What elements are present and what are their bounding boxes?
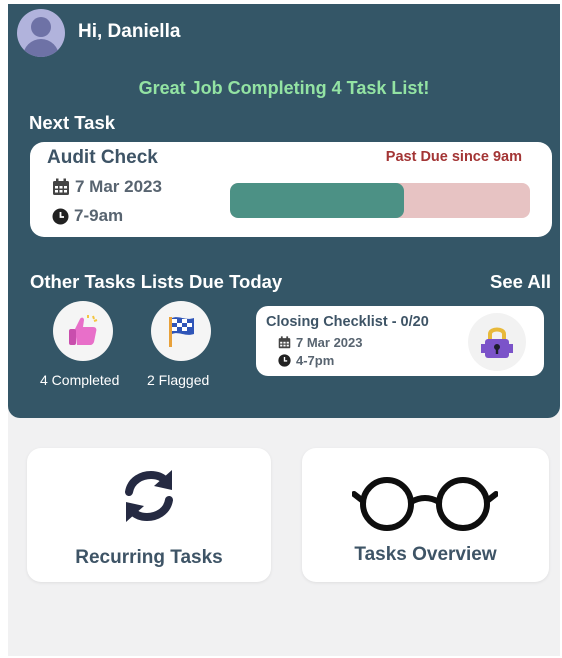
recurring-tasks-label: Recurring Tasks — [75, 547, 223, 568]
avatar-body — [23, 39, 59, 57]
task-date: 7 Mar 2023 — [75, 177, 162, 196]
see-all-link[interactable]: See All — [490, 271, 551, 293]
person-avatar-icon[interactable] — [17, 9, 65, 57]
task-name: Audit Check — [47, 147, 158, 168]
next-task-heading: Next Task — [29, 112, 116, 133]
checklist-title: Closing Checklist - 0/20 — [266, 314, 429, 330]
clock-icon — [278, 354, 291, 367]
glasses-icon — [352, 477, 498, 531]
recurring-tasks-tile[interactable]: Recurring Tasks — [27, 448, 271, 582]
tasks-overview-label: Tasks Overview — [354, 544, 497, 565]
greeting-text: Hi, Daniella — [78, 21, 181, 42]
lock-button[interactable] — [468, 313, 526, 371]
task-date-row: 7 Mar 2023 — [52, 177, 162, 197]
completed-tasks-button[interactable] — [53, 301, 113, 361]
checklist-time: 4-7pm — [296, 353, 335, 368]
thumbs-up-icon — [69, 315, 98, 345]
task-progress-fill — [230, 183, 404, 218]
closing-checklist-card[interactable]: Closing Checklist - 0/20 7 Mar 2023 4-7p… — [256, 306, 544, 376]
other-tasks-heading: Other Tasks Lists Due Today — [30, 271, 283, 292]
task-time-row: 7-9am — [52, 206, 123, 226]
checklist-time-row: 4-7pm — [278, 353, 334, 368]
clock-icon — [52, 208, 69, 224]
task-progress-bar — [230, 183, 530, 218]
checklist-date: 7 Mar 2023 — [296, 335, 363, 350]
dashboard-header: Hi, Daniella Great Job Completing 4 Task… — [8, 4, 560, 418]
congrats-banner: Great Job Completing 4 Task List! — [138, 78, 430, 98]
tasks-overview-tile[interactable]: Tasks Overview — [302, 448, 549, 582]
refresh-arrows-icon — [125, 470, 173, 522]
flagged-tasks-button[interactable] — [151, 301, 211, 361]
checkered-flag-icon — [169, 317, 194, 347]
flagged-count-label: 2 Flagged — [147, 372, 210, 388]
next-task-card[interactable]: Audit Check Past Due since 9am 7 Mar 202… — [30, 142, 552, 237]
calendar-icon — [278, 336, 291, 349]
calendar-icon — [53, 178, 69, 195]
padlock-icon — [481, 327, 513, 358]
completed-count-label: 4 Completed — [40, 372, 120, 388]
app-screen: Hi, Daniella Great Job Completing 4 Task… — [8, 4, 560, 656]
task-time: 7-9am — [74, 206, 124, 225]
checklist-date-row: 7 Mar 2023 — [278, 335, 363, 350]
past-due-status: Past Due since 9am — [385, 149, 522, 165]
avatar-head — [31, 17, 51, 37]
